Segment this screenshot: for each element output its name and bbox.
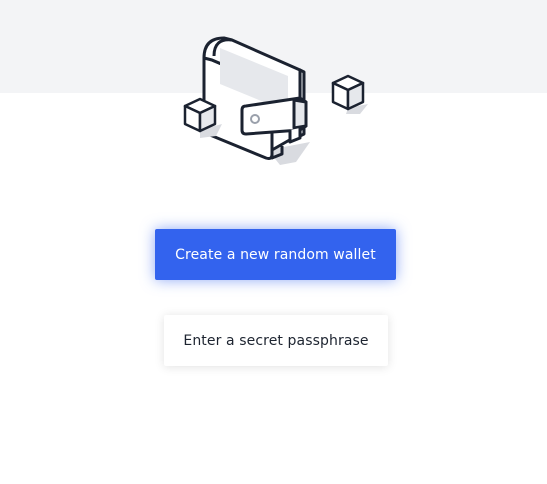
- enter-passphrase-button[interactable]: Enter a secret passphrase: [164, 315, 388, 366]
- cube-icon: [331, 74, 365, 111]
- wallet-illustration-icon: [183, 36, 368, 165]
- cube-icon: [183, 97, 217, 133]
- create-random-wallet-button[interactable]: Create a new random wallet: [155, 229, 396, 280]
- wallet-start-page: Create a new random wallet Enter a secre…: [0, 0, 547, 484]
